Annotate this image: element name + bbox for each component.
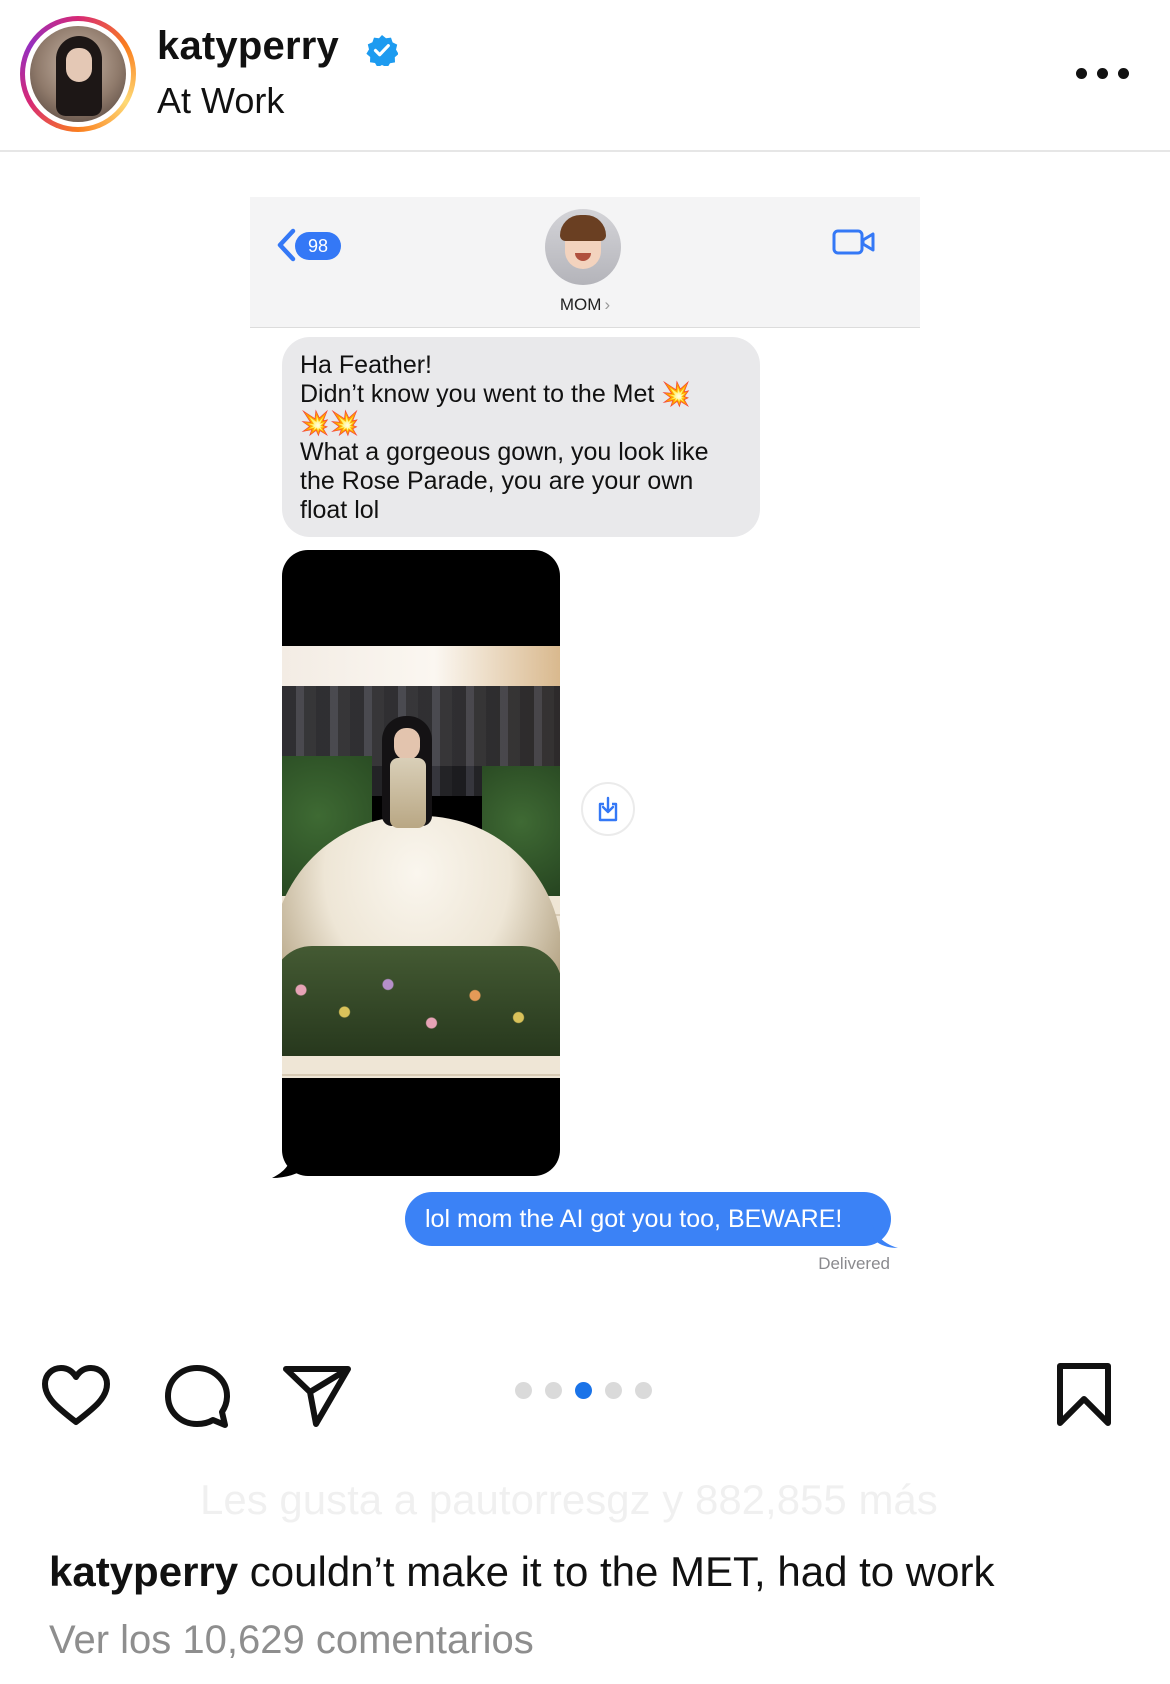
collision-emoji-icon: 💥 — [661, 381, 692, 408]
collision-emoji-icon: 💥 — [300, 410, 330, 437]
comment-icon[interactable] — [164, 1364, 230, 1430]
outgoing-message-bubble: lol mom the AI got you too, BEWARE! — [405, 1192, 891, 1246]
video-call-icon — [832, 229, 875, 255]
username[interactable]: katyperry — [157, 24, 339, 69]
incoming-message-bubble: Ha Feather! Didn’t know you went to the … — [282, 337, 760, 537]
save-photo-button — [581, 782, 635, 836]
download-icon — [598, 796, 618, 822]
more-dot-icon — [1076, 68, 1087, 79]
caption-username[interactable]: katyperry — [49, 1548, 238, 1595]
more-dot-icon — [1118, 68, 1129, 79]
view-comments-link[interactable]: Ver los 10,629 comentarios — [49, 1618, 534, 1663]
met-gala-photo — [282, 646, 560, 1078]
post-location[interactable]: At Work — [157, 80, 284, 122]
bubble-tail — [872, 1224, 898, 1248]
bookmark-icon[interactable] — [1055, 1362, 1113, 1428]
post-header: katyperry At Work — [0, 0, 1170, 152]
collision-emoji-icon: 💥 — [329, 410, 360, 437]
carousel-dot — [515, 1382, 532, 1399]
delivery-status: Delivered — [818, 1254, 890, 1273]
message-topbar: 98 MOM › — [250, 197, 920, 328]
carousel-dot — [635, 1382, 652, 1399]
likes-count[interactable]: Les gusta a pautorresgz y 882,855 más — [200, 1476, 938, 1524]
caption-text: couldn’t make it to the MET, had to work — [249, 1548, 995, 1595]
chevron-right-icon: › — [604, 295, 611, 314]
post-caption: katyperry couldn’t make it to the MET, h… — [49, 1548, 994, 1596]
carousel-dot — [545, 1382, 562, 1399]
heart-icon[interactable] — [40, 1364, 112, 1428]
carousel-dot-active — [575, 1382, 592, 1399]
more-dot-icon — [1097, 68, 1108, 79]
profile-photo — [30, 26, 126, 122]
contact-avatar — [545, 209, 621, 285]
carousel-dot — [605, 1382, 622, 1399]
verified-badge-icon — [366, 35, 398, 66]
photo-message — [282, 550, 560, 1176]
more-options-button[interactable] — [1076, 58, 1132, 88]
post-image[interactable]: 98 MOM › Ha Feather! Didn’t know you went… — [0, 152, 1170, 1322]
share-icon[interactable] — [282, 1364, 352, 1428]
contact-name: MOM — [559, 295, 602, 314]
unread-count-badge: 98 — [295, 232, 341, 260]
avatar[interactable] — [20, 16, 136, 132]
